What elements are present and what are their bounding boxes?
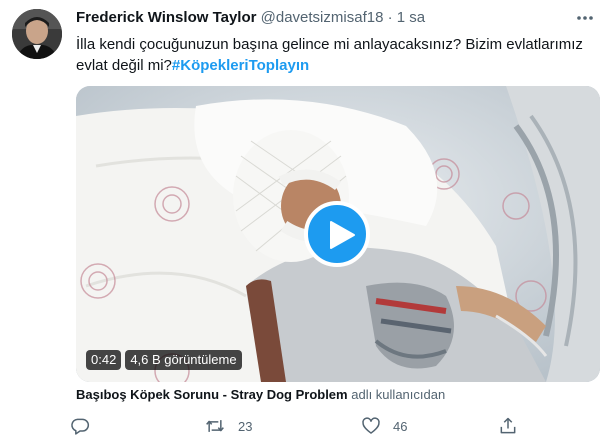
- retweet-count: 23: [238, 418, 253, 434]
- tweet[interactable]: Frederick Winslow Taylor @davetsizmisaf1…: [0, 0, 614, 445]
- display-name[interactable]: Frederick Winslow Taylor: [76, 9, 256, 26]
- like-count: 46: [393, 418, 408, 434]
- more-horizontal-icon: [577, 16, 593, 20]
- hashtag-link[interactable]: #KöpekleriToplayın: [172, 57, 309, 74]
- action-bar: 23 46: [70, 413, 530, 439]
- video-player[interactable]: 0:42 4,6 B görüntüleme: [76, 86, 600, 382]
- retweet-icon: [206, 420, 224, 432]
- heart-icon: [362, 417, 380, 434]
- share-icon: [500, 417, 516, 434]
- tweet-body: İlla kendi çocuğunuzun başına gelince mi…: [76, 36, 583, 74]
- reply-button[interactable]: [70, 413, 102, 439]
- view-count: 4,6 B görüntüleme: [125, 350, 242, 370]
- share-button[interactable]: [498, 413, 530, 439]
- attribution-suffix: adlı kullanıcıdan: [351, 387, 446, 402]
- video-attribution: Başıboş Köpek Sorunu - Stray Dog Problem…: [76, 387, 445, 402]
- play-button[interactable]: [304, 201, 370, 267]
- more-options-button[interactable]: [572, 8, 598, 28]
- avatar[interactable]: [12, 9, 62, 59]
- separator-dot: ·: [387, 9, 393, 26]
- tweet-text: İlla kendi çocuğunuzun başına gelince mi…: [76, 34, 596, 76]
- like-button[interactable]: 46: [361, 413, 407, 439]
- user-handle[interactable]: @davetsizmisaf18: [261, 9, 384, 26]
- play-icon: [330, 221, 355, 249]
- attribution-source-link[interactable]: Başıboş Köpek Sorunu - Stray Dog Problem: [76, 387, 348, 402]
- retweet-button[interactable]: 23: [204, 413, 252, 439]
- video-meta: 0:42 4,6 B görüntüleme: [86, 350, 242, 370]
- tweet-time[interactable]: 1 sa: [397, 9, 425, 26]
- video-duration: 0:42: [86, 350, 122, 370]
- avatar-photo: [12, 9, 62, 59]
- reply-icon: [71, 418, 90, 435]
- tweet-header: Frederick Winslow Taylor @davetsizmisaf1…: [76, 9, 574, 29]
